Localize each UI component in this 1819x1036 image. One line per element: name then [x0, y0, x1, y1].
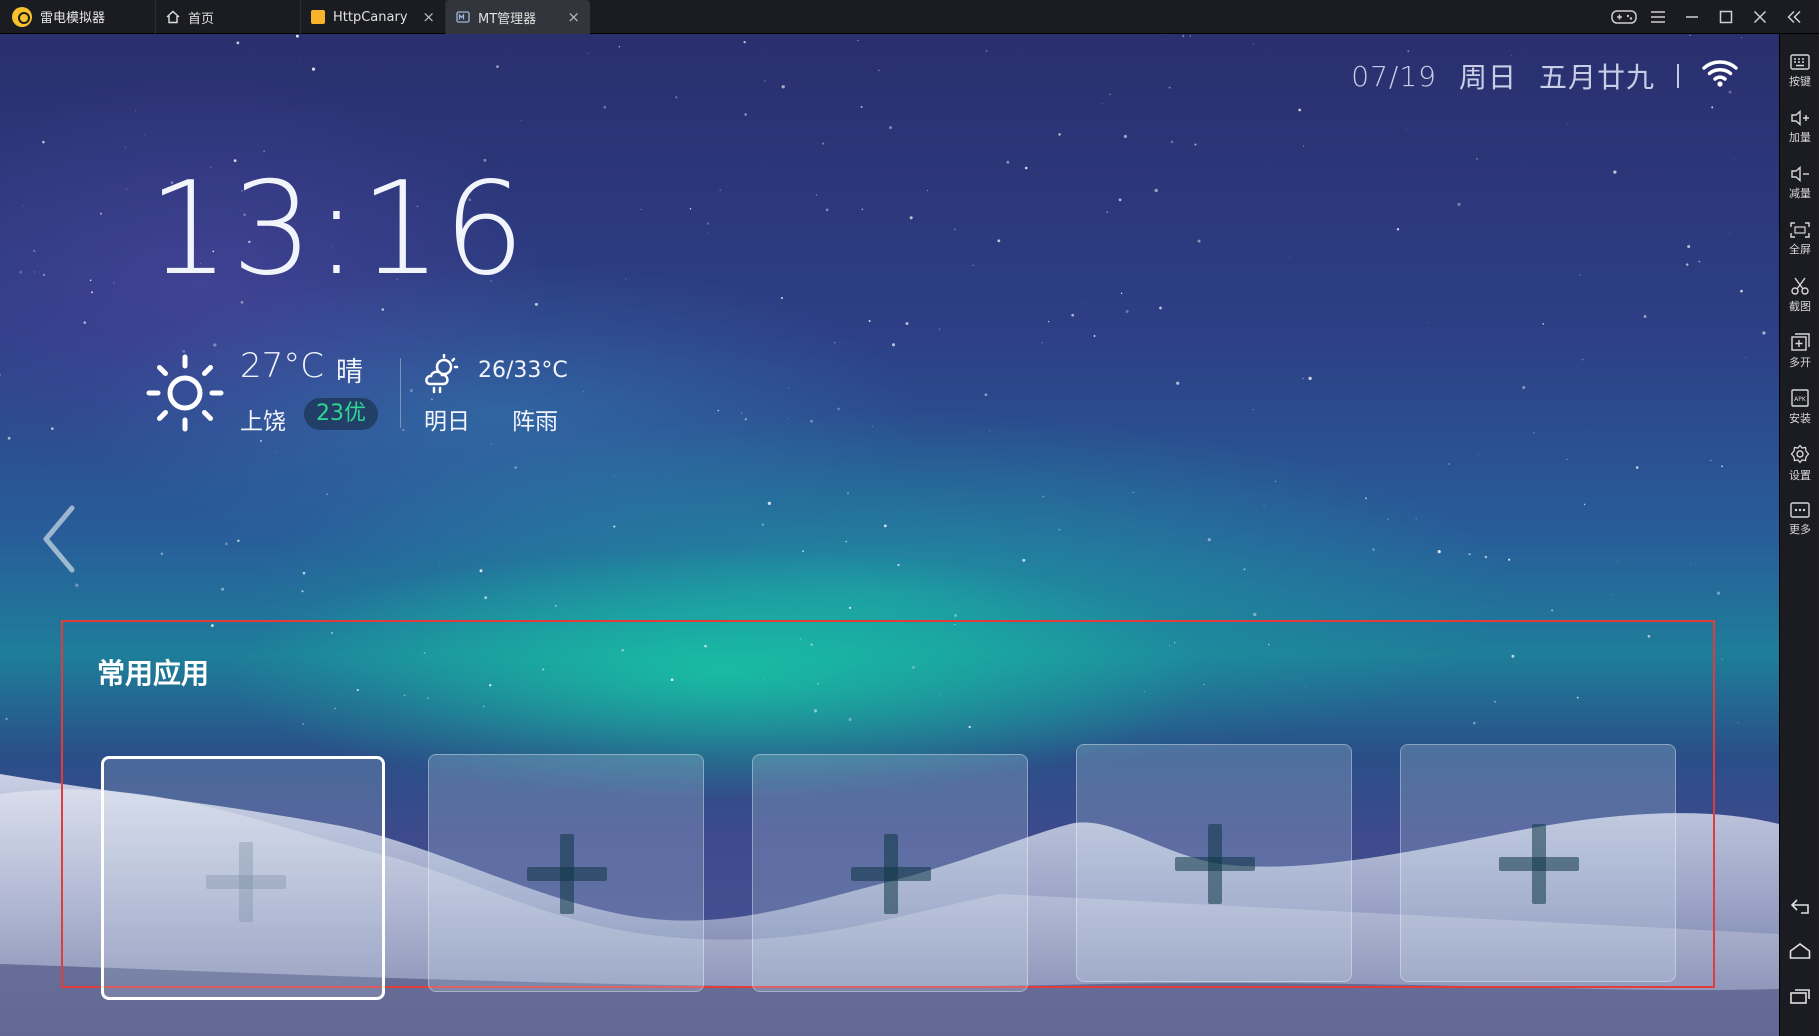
- current-temperature: 27°C: [240, 346, 325, 386]
- httpcanary-icon: [311, 10, 325, 24]
- menu-icon[interactable]: [1641, 0, 1675, 34]
- weekday: 周日: [1458, 61, 1517, 94]
- lunar-date: 五月廿九: [1538, 61, 1655, 94]
- toolbar-label: 按键: [1789, 74, 1811, 88]
- emulator-toolbar: 按键 加量 减量 全屏 截图 多开 APK 安装 设置 更多: [1779, 34, 1819, 1036]
- date: 07/19: [1351, 59, 1437, 93]
- leidian-logo-icon: [12, 6, 32, 27]
- add-app-slot-1[interactable]: [101, 756, 385, 1000]
- mt-manager-icon: [456, 10, 470, 24]
- weather-widget[interactable]: 27°C 晴 上饶 23优 26/33°C 明日 阵雨: [140, 314, 600, 444]
- wifi-icon: [1701, 58, 1739, 95]
- clock-widget[interactable]: 13:16: [148, 166, 527, 294]
- scissors-icon: [1790, 277, 1810, 295]
- toolbar-fullscreen-button[interactable]: 全屏: [1780, 214, 1819, 264]
- tab-label: HttpCanary: [333, 9, 408, 25]
- svg-text:APK: APK: [1794, 396, 1807, 403]
- toolbar-label: 减量: [1789, 186, 1811, 200]
- gear-icon: [1790, 443, 1810, 464]
- android-back-button[interactable]: [1780, 886, 1819, 926]
- keyboard-icon: [1790, 53, 1810, 70]
- add-app-slot-4[interactable]: [1076, 744, 1352, 982]
- toolbar-label: 设置: [1789, 468, 1811, 482]
- app-name: 雷电模拟器: [40, 11, 106, 26]
- maximize-icon[interactable]: [1709, 0, 1743, 34]
- tab-close-icon[interactable]: ×: [422, 8, 435, 26]
- tomorrow-temperature-range: 26/33°C: [478, 358, 568, 383]
- frequent-apps-panel: 常用应用: [61, 620, 1715, 1000]
- city-name: 上饶: [240, 409, 286, 435]
- app-brand[interactable]: 雷电模拟器: [0, 0, 155, 33]
- tab-close-icon[interactable]: ×: [567, 8, 580, 26]
- add-app-slot-2[interactable]: [428, 754, 704, 992]
- tab-home[interactable]: 首页: [155, 0, 300, 34]
- android-recents-button[interactable]: [1780, 976, 1819, 1016]
- gamepad-icon[interactable]: [1607, 0, 1641, 34]
- weather-divider: [400, 358, 401, 428]
- android-home-screen: 07/19 周日 五月廿九 13:16 27°C 晴 上饶 23优 26/33°…: [0, 34, 1779, 1036]
- emulator-titlebar: 雷电模拟器 首页 HttpCanary × MT管理器 ×: [0, 0, 1819, 34]
- date-bar: 07/19 周日 五月廿九: [1351, 56, 1739, 96]
- home-icon: [166, 10, 180, 24]
- minimize-icon[interactable]: [1675, 0, 1709, 34]
- window-controls: [1607, 0, 1819, 33]
- multi-instance-icon: [1790, 332, 1810, 351]
- previous-page-arrow-icon[interactable]: [40, 504, 80, 578]
- fullscreen-icon: [1790, 221, 1810, 238]
- toolbar-settings-button[interactable]: 设置: [1780, 438, 1819, 488]
- toolbar-label: 截图: [1789, 299, 1811, 313]
- tab-httpcanary[interactable]: HttpCanary ×: [300, 0, 445, 34]
- recents-icon: [1789, 988, 1811, 1004]
- toolbar-install-apk-button[interactable]: APK 安装: [1780, 382, 1819, 432]
- date-separator: [1677, 64, 1679, 88]
- partly-cloudy-rain-icon: [422, 353, 462, 398]
- volume-up-icon: [1790, 109, 1810, 126]
- apk-install-icon: APK: [1790, 388, 1810, 407]
- tomorrow-label: 明日: [424, 409, 470, 435]
- toolbar-volume-down-button[interactable]: 减量: [1780, 158, 1819, 208]
- plus-icon-stem: [560, 834, 574, 914]
- toolbar-label: 多开: [1789, 355, 1811, 369]
- home-icon: [1789, 943, 1811, 959]
- toolbar-label: 更多: [1789, 522, 1811, 536]
- plus-icon-stem: [239, 842, 253, 922]
- toolbar-label: 全屏: [1789, 242, 1811, 256]
- close-icon[interactable]: [1743, 0, 1777, 34]
- back-icon: [1789, 898, 1811, 914]
- tab-label: MT管理器: [478, 11, 537, 27]
- weather-condition: 晴: [336, 357, 363, 388]
- add-app-slot-3[interactable]: [752, 754, 1028, 992]
- tab-label: 首页: [188, 11, 215, 27]
- tab-mt-manager[interactable]: MT管理器 ×: [445, 0, 590, 34]
- toolbar-label: 加量: [1789, 130, 1811, 144]
- toolbar-screenshot-button[interactable]: 截图: [1780, 270, 1819, 320]
- toolbar-volume-up-button[interactable]: 加量: [1780, 102, 1819, 152]
- more-icon: [1790, 501, 1810, 518]
- collapse-sidebar-icon[interactable]: [1777, 0, 1811, 34]
- toolbar-multi-instance-button[interactable]: 多开: [1780, 326, 1819, 376]
- plus-icon-stem: [884, 834, 898, 914]
- frequent-apps-title: 常用应用: [97, 657, 210, 690]
- add-app-slot-5[interactable]: [1400, 744, 1676, 982]
- toolbar-more-button[interactable]: 更多: [1780, 494, 1819, 544]
- android-home-button[interactable]: [1780, 931, 1819, 971]
- plus-icon-stem: [1532, 824, 1546, 904]
- plus-icon-stem: [1208, 824, 1222, 904]
- sunny-icon: [144, 352, 226, 438]
- toolbar-keymapping-button[interactable]: 按键: [1780, 46, 1819, 96]
- air-quality-badge: 23优: [304, 398, 378, 430]
- volume-down-icon: [1790, 165, 1810, 182]
- toolbar-label: 安装: [1789, 411, 1811, 425]
- tomorrow-condition: 阵雨: [512, 409, 558, 435]
